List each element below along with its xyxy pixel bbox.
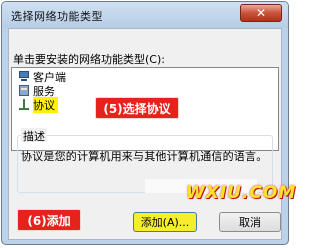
step6-annotation: (6)添加 (17, 209, 81, 231)
title-bar[interactable]: 选择网络功能类型 ✕ (2, 2, 288, 28)
instruction-label: 单击要安装的网络功能类型(C): (13, 53, 165, 66)
step5-annotation: (5)选择协议 (95, 97, 179, 119)
description-blank-line (145, 179, 257, 193)
close-icon: ✕ (255, 6, 267, 20)
network-protocol-icon (18, 99, 30, 110)
network-service-icon (18, 85, 30, 96)
network-client-icon (18, 71, 30, 82)
list-item-client[interactable]: 客户端 (18, 70, 66, 84)
close-button[interactable]: ✕ (240, 4, 282, 22)
list-item-service[interactable]: 服务 (18, 84, 55, 98)
cancel-button[interactable]: 取消 (219, 212, 281, 232)
description-label: 描述 (21, 128, 47, 143)
list-item-label: 协议 (33, 96, 58, 113)
window-title: 选择网络功能类型 (11, 10, 103, 23)
dialog-client-area: 单击要安装的网络功能类型(C): 客户端 服务 协议 (5)选择协议 描述 协议… (8, 28, 282, 240)
dialog-window: 选择网络功能类型 ✕ 单击要安装的网络功能类型(C): 客户端 服务 协议 (5… (1, 1, 289, 245)
list-item-protocol[interactable]: 协议 (18, 96, 58, 113)
add-button[interactable]: 添加(A)... (133, 212, 197, 232)
description-text: 协议是您的计算机用来与其他计算机通信的语言。 (21, 150, 268, 163)
